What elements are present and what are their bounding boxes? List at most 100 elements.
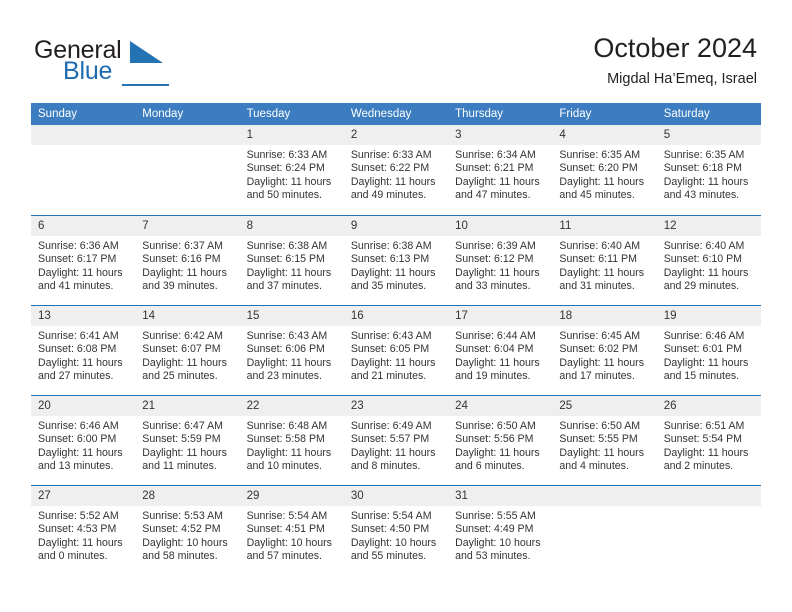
day-details: Sunrise: 6:43 AM Sunset: 6:06 PM Dayligh… bbox=[240, 326, 344, 384]
day-number-band bbox=[552, 486, 657, 506]
day-cell[interactable]: 7 Sunrise: 6:37 AM Sunset: 6:16 PM Dayli… bbox=[135, 216, 240, 305]
day-details: Sunrise: 5:54 AM Sunset: 4:51 PM Dayligh… bbox=[240, 506, 344, 564]
day-number-band: 18 bbox=[552, 306, 657, 326]
day-number-band: 23 bbox=[343, 396, 449, 416]
day-cell[interactable]: 17 Sunrise: 6:44 AM Sunset: 6:04 PM Dayl… bbox=[448, 306, 553, 395]
day-cell[interactable]: 30 Sunrise: 5:54 AM Sunset: 4:50 PM Dayl… bbox=[343, 486, 449, 575]
sunrise-text: Sunrise: 6:33 AM bbox=[246, 149, 328, 161]
day-number: 11 bbox=[559, 220, 572, 232]
day-cell[interactable]: 3 Sunrise: 6:34 AM Sunset: 6:21 PM Dayli… bbox=[448, 125, 553, 215]
day-cell[interactable]: 12 Sunrise: 6:40 AM Sunset: 6:10 PM Dayl… bbox=[656, 216, 761, 305]
daylight-text-line2: and 8 minutes. bbox=[350, 460, 421, 473]
daylight-text-line1: Daylight: 11 hours bbox=[559, 446, 645, 459]
day-cell[interactable]: 22 Sunrise: 6:48 AM Sunset: 5:58 PM Dayl… bbox=[239, 396, 344, 485]
day-details bbox=[552, 506, 656, 510]
daylight-text-line2: and 19 minutes. bbox=[455, 370, 531, 383]
day-cell[interactable]: 11 Sunrise: 6:40 AM Sunset: 6:11 PM Dayl… bbox=[552, 216, 657, 305]
day-number: 3 bbox=[455, 129, 462, 141]
daylight-text-line2: and 37 minutes. bbox=[246, 280, 322, 293]
sunset-text: Sunset: 6:20 PM bbox=[559, 162, 638, 175]
day-number-band: 2 bbox=[343, 125, 449, 145]
week-row: 1 Sunrise: 6:33 AM Sunset: 6:24 PM Dayli… bbox=[31, 125, 761, 215]
day-number-band: 22 bbox=[239, 396, 344, 416]
day-cell[interactable]: 16 Sunrise: 6:43 AM Sunset: 6:05 PM Dayl… bbox=[343, 306, 449, 395]
page-subtitle: Migdal Ha’Emeq, Israel bbox=[607, 71, 757, 87]
daylight-text-line1: Daylight: 11 hours bbox=[350, 446, 436, 459]
brand-logo[interactable]: General Blue bbox=[34, 36, 254, 86]
day-cell[interactable] bbox=[552, 486, 657, 575]
day-details bbox=[657, 506, 761, 510]
day-details bbox=[135, 145, 239, 149]
day-number: 9 bbox=[350, 220, 358, 232]
day-number-band: 29 bbox=[239, 486, 344, 506]
daylight-text-line2: and 53 minutes. bbox=[455, 550, 531, 563]
day-cell[interactable]: 10 Sunrise: 6:39 AM Sunset: 6:12 PM Dayl… bbox=[448, 216, 553, 305]
sunset-text: Sunset: 5:58 PM bbox=[246, 433, 325, 446]
day-cell[interactable] bbox=[31, 125, 136, 215]
daylight-text-line1: Daylight: 11 hours bbox=[142, 446, 227, 459]
sunrise-text: Sunrise: 6:36 AM bbox=[38, 240, 119, 252]
day-number: 8 bbox=[246, 220, 253, 232]
sunset-text: Sunset: 6:07 PM bbox=[142, 343, 221, 356]
day-number: 23 bbox=[350, 400, 364, 412]
weekday-header-row: Sunday Monday Tuesday Wednesday Thursday… bbox=[31, 103, 761, 125]
day-cell[interactable]: 20 Sunrise: 6:46 AM Sunset: 6:00 PM Dayl… bbox=[31, 396, 136, 485]
day-cell[interactable]: 5 Sunrise: 6:35 AM Sunset: 6:18 PM Dayli… bbox=[656, 125, 761, 215]
day-cell[interactable]: 14 Sunrise: 6:42 AM Sunset: 6:07 PM Dayl… bbox=[135, 306, 240, 395]
day-cell[interactable]: 27 Sunrise: 5:52 AM Sunset: 4:53 PM Dayl… bbox=[31, 486, 136, 575]
day-cell[interactable]: 26 Sunrise: 6:51 AM Sunset: 5:54 PM Dayl… bbox=[656, 396, 761, 485]
sunset-text: Sunset: 6:11 PM bbox=[559, 253, 637, 266]
sunrise-text: Sunrise: 5:55 AM bbox=[455, 510, 536, 522]
day-cell[interactable]: 13 Sunrise: 6:41 AM Sunset: 6:08 PM Dayl… bbox=[31, 306, 136, 395]
day-number-band: 31 bbox=[448, 486, 553, 506]
day-number-band: 13 bbox=[31, 306, 136, 326]
day-cell[interactable]: 29 Sunrise: 5:54 AM Sunset: 4:51 PM Dayl… bbox=[239, 486, 344, 575]
sunset-text: Sunset: 6:22 PM bbox=[350, 162, 430, 175]
daylight-text-line2: and 4 minutes. bbox=[559, 460, 629, 473]
sunrise-text: Sunrise: 6:48 AM bbox=[246, 420, 328, 432]
daylight-text-line1: Daylight: 11 hours bbox=[559, 175, 645, 188]
weekday-header-monday: Monday bbox=[142, 108, 184, 120]
weekday-header-friday: Friday bbox=[559, 108, 592, 120]
daylight-text-line1: Daylight: 10 hours bbox=[455, 536, 541, 549]
day-details: Sunrise: 6:38 AM Sunset: 6:15 PM Dayligh… bbox=[240, 236, 344, 294]
day-number: 30 bbox=[350, 490, 364, 502]
day-number: 10 bbox=[455, 220, 468, 232]
sunrise-text: Sunrise: 6:50 AM bbox=[559, 420, 641, 432]
day-cell[interactable]: 31 Sunrise: 5:55 AM Sunset: 4:49 PM Dayl… bbox=[448, 486, 553, 575]
day-cell[interactable]: 15 Sunrise: 6:43 AM Sunset: 6:06 PM Dayl… bbox=[239, 306, 344, 395]
day-cell[interactable]: 6 Sunrise: 6:36 AM Sunset: 6:17 PM Dayli… bbox=[31, 216, 136, 305]
daylight-text-line2: and 47 minutes. bbox=[455, 189, 531, 202]
day-cell[interactable] bbox=[135, 125, 240, 215]
daylight-text-line1: Daylight: 11 hours bbox=[663, 266, 749, 279]
sunset-text: Sunset: 6:10 PM bbox=[663, 253, 743, 266]
weekday-header-wednesday: Wednesday bbox=[350, 108, 412, 120]
day-cell[interactable]: 23 Sunrise: 6:49 AM Sunset: 5:57 PM Dayl… bbox=[343, 396, 449, 485]
day-cell[interactable]: 2 Sunrise: 6:33 AM Sunset: 6:22 PM Dayli… bbox=[343, 125, 449, 215]
sunset-text: Sunset: 5:57 PM bbox=[350, 433, 430, 446]
daylight-text-line1: Daylight: 10 hours bbox=[350, 536, 437, 549]
day-number: 1 bbox=[246, 129, 253, 141]
day-cell[interactable]: 8 Sunrise: 6:38 AM Sunset: 6:15 PM Dayli… bbox=[239, 216, 344, 305]
day-details: Sunrise: 6:39 AM Sunset: 6:12 PM Dayligh… bbox=[448, 236, 552, 294]
sunrise-text: Sunrise: 6:35 AM bbox=[663, 149, 745, 161]
daylight-text-line1: Daylight: 11 hours bbox=[246, 266, 332, 279]
day-cell[interactable]: 24 Sunrise: 6:50 AM Sunset: 5:56 PM Dayl… bbox=[448, 396, 553, 485]
day-details: Sunrise: 5:52 AM Sunset: 4:53 PM Dayligh… bbox=[31, 506, 135, 564]
day-details: Sunrise: 6:50 AM Sunset: 5:55 PM Dayligh… bbox=[552, 416, 656, 474]
day-cell[interactable]: 9 Sunrise: 6:38 AM Sunset: 6:13 PM Dayli… bbox=[343, 216, 449, 305]
sunset-text: Sunset: 5:56 PM bbox=[455, 433, 534, 446]
daylight-text-line1: Daylight: 11 hours bbox=[350, 266, 436, 279]
day-details: Sunrise: 5:53 AM Sunset: 4:52 PM Dayligh… bbox=[135, 506, 239, 564]
day-cell[interactable]: 18 Sunrise: 6:45 AM Sunset: 6:02 PM Dayl… bbox=[552, 306, 657, 395]
brand-underline bbox=[122, 84, 169, 86]
day-cell[interactable]: 1 Sunrise: 6:33 AM Sunset: 6:24 PM Dayli… bbox=[239, 125, 344, 215]
day-cell[interactable]: 19 Sunrise: 6:46 AM Sunset: 6:01 PM Dayl… bbox=[656, 306, 761, 395]
day-details: Sunrise: 6:45 AM Sunset: 6:02 PM Dayligh… bbox=[552, 326, 656, 384]
day-cell[interactable]: 25 Sunrise: 6:50 AM Sunset: 5:55 PM Dayl… bbox=[552, 396, 657, 485]
day-cell[interactable]: 21 Sunrise: 6:47 AM Sunset: 5:59 PM Dayl… bbox=[135, 396, 240, 485]
day-details: Sunrise: 6:47 AM Sunset: 5:59 PM Dayligh… bbox=[135, 416, 239, 474]
day-cell[interactable]: 4 Sunrise: 6:35 AM Sunset: 6:20 PM Dayli… bbox=[552, 125, 657, 215]
day-cell[interactable] bbox=[656, 486, 761, 575]
day-cell[interactable]: 28 Sunrise: 5:53 AM Sunset: 4:52 PM Dayl… bbox=[135, 486, 240, 575]
